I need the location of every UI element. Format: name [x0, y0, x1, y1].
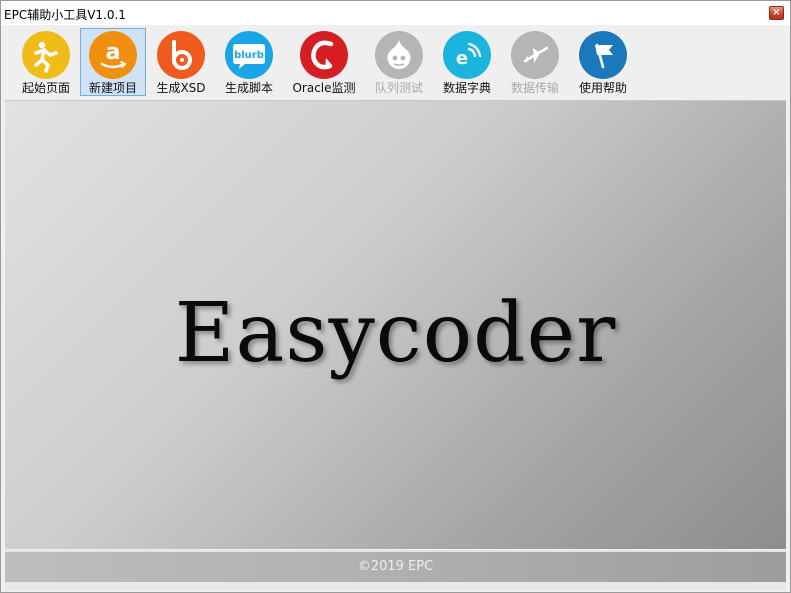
blurb-icon: blurb: [225, 31, 273, 79]
svg-text:e: e: [456, 48, 468, 69]
tool-label: 数据字典: [442, 81, 491, 95]
tool-label: 生成脚本: [224, 81, 273, 95]
app-window: EPC辅助小工具V1.0.1 × 起始页面 a 新建项目 生成XSD blurb…: [0, 0, 791, 593]
svg-text:blurb: blurb: [234, 50, 264, 61]
main-panel: Easycoder: [5, 101, 786, 549]
tool-generate-xsd[interactable]: 生成XSD: [148, 28, 214, 96]
drupal-icon: [375, 31, 423, 79]
tool-data-transfer[interactable]: 数据传输: [502, 28, 568, 96]
tool-queue-test[interactable]: 队列测试: [366, 28, 432, 96]
tool-help[interactable]: 使用帮助: [570, 28, 636, 96]
plane-icon: [511, 31, 559, 79]
tool-label: Oracle监测: [292, 81, 356, 95]
bottom-border: [5, 582, 786, 590]
window-title: EPC辅助小工具V1.0.1: [4, 8, 126, 22]
tool-start-page[interactable]: 起始页面: [13, 28, 79, 96]
tool-label: 新建项目: [88, 81, 137, 95]
tool-label: 生成XSD: [156, 81, 206, 95]
tool-label: 队列测试: [374, 81, 423, 95]
close-button[interactable]: ×: [769, 6, 784, 20]
flag-icon: [579, 31, 627, 79]
amazon-icon: a: [89, 31, 137, 79]
signal-e-icon: e: [443, 31, 491, 79]
tool-new-project[interactable]: a 新建项目: [80, 28, 146, 96]
svg-text:a: a: [106, 40, 121, 65]
close-icon: ×: [772, 7, 781, 18]
toolbar: 起始页面 a 新建项目 生成XSD blurb 生成脚本 Oracle监测 队列…: [5, 26, 786, 101]
brand-title: Easycoder: [174, 286, 617, 381]
bebo-icon: [157, 31, 205, 79]
title-bar: EPC辅助小工具V1.0.1 ×: [1, 1, 790, 25]
tool-oracle-monitor[interactable]: Oracle监测: [291, 28, 357, 96]
tool-label: 使用帮助: [578, 81, 627, 95]
oracle-icon: [300, 31, 348, 79]
status-footer: ©2019 EPC: [5, 550, 786, 582]
tool-label: 起始页面: [21, 81, 70, 95]
copyright-text: ©2019 EPC: [357, 559, 434, 574]
runner-icon: [22, 31, 70, 79]
tool-data-dictionary[interactable]: e 数据字典: [434, 28, 500, 96]
tool-generate-script[interactable]: blurb 生成脚本: [216, 28, 282, 96]
tool-label: 数据传输: [510, 81, 559, 95]
